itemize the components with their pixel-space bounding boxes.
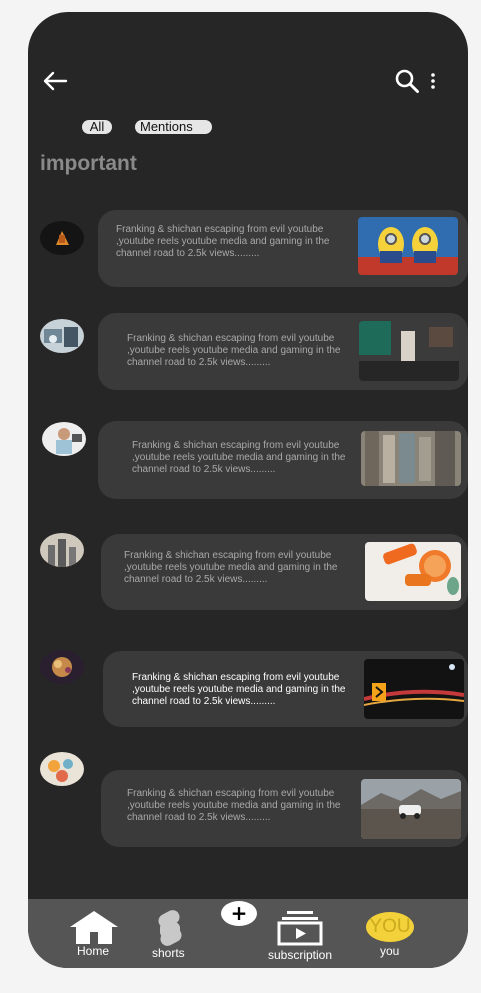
phone-screen: All Mentions important Franking & shicha…: [28, 12, 468, 968]
you-avatar: YOU: [366, 912, 414, 942]
list-item[interactable]: Franking & shichan escaping from evil yo…: [101, 770, 468, 847]
notification-text: Franking & shichan escaping from evil yo…: [127, 788, 341, 823]
nav-you-label: you: [380, 944, 400, 958]
list-item[interactable]: Franking & shichan escaping from evil yo…: [101, 534, 468, 610]
nav-shorts-label: shorts: [152, 946, 185, 960]
section-title: important: [40, 152, 137, 175]
video-thumbnail[interactable]: [365, 542, 461, 601]
video-thumbnail[interactable]: [361, 779, 461, 839]
search-icon[interactable]: [394, 68, 420, 94]
notification-text: Franking & shichan escaping from evil yo…: [132, 440, 346, 475]
subscriptions-icon: [277, 911, 323, 946]
create-button[interactable]: +: [221, 901, 257, 926]
shorts-icon: [158, 910, 182, 946]
notification-text: Franking & shichan escaping from evil yo…: [132, 672, 346, 707]
nav-subscription-label: subscription: [268, 948, 333, 962]
list-item[interactable]: Franking & shichan escaping from evil yo…: [98, 313, 468, 390]
notification-text: Franking & shichan escaping from evil yo…: [124, 550, 338, 585]
list-item[interactable]: Franking & shichan escaping from evil yo…: [103, 651, 468, 727]
video-thumbnail[interactable]: [359, 321, 459, 381]
filter-chip-mentions[interactable]: Mentions: [135, 120, 212, 134]
filter-chip-all[interactable]: All: [82, 120, 112, 134]
avatar[interactable]: [40, 221, 84, 255]
video-thumbnail[interactable]: [361, 431, 461, 486]
notification-text: Franking & shichan escaping from evil yo…: [127, 333, 341, 368]
nav-home-label: Home: [77, 944, 110, 958]
avatar[interactable]: [40, 752, 84, 786]
nav-shorts[interactable]: shorts: [148, 910, 196, 962]
arrow-left-icon[interactable]: [42, 70, 68, 92]
nav-home[interactable]: Home: [68, 910, 120, 962]
notification-text: Franking & shichan escaping from evil yo…: [116, 224, 330, 259]
nav-subscription[interactable]: subscription: [266, 910, 336, 962]
avatar[interactable]: [42, 422, 86, 456]
list-item[interactable]: Franking & shichan escaping from evil yo…: [98, 210, 468, 287]
video-thumbnail[interactable]: [364, 659, 464, 719]
more-vertical-icon[interactable]: [426, 70, 440, 92]
list-item[interactable]: Franking & shichan escaping from evil yo…: [98, 421, 468, 499]
video-thumbnail[interactable]: [358, 217, 458, 275]
avatar[interactable]: [40, 319, 84, 353]
nav-you[interactable]: YOU you: [364, 910, 416, 962]
home-icon: [70, 911, 118, 944]
avatar[interactable]: [40, 650, 84, 684]
avatar[interactable]: [40, 533, 84, 567]
